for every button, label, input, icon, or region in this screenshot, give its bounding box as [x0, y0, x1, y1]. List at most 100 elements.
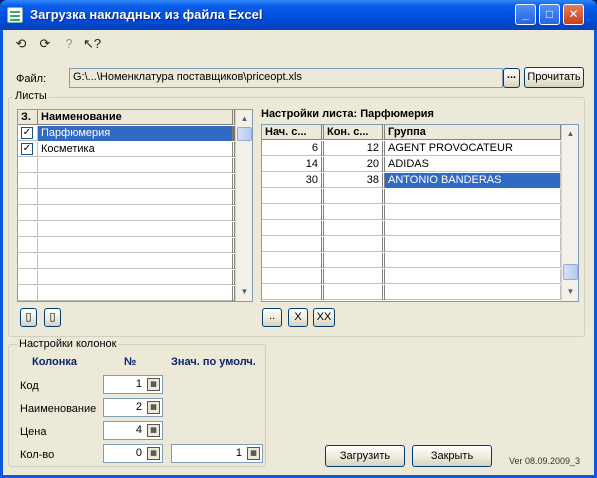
- reload-icon[interactable]: ⟳: [36, 35, 54, 53]
- scroll-up-icon[interactable]: ▲: [563, 126, 578, 141]
- ranges-scrollbar[interactable]: ▲ ▼: [561, 125, 578, 301]
- range-group-cell[interactable]: [385, 253, 561, 268]
- deselect-all-sheets-button[interactable]: ▯: [44, 308, 61, 327]
- checkbox-cell[interactable]: [18, 222, 38, 237]
- sheet-name-cell[interactable]: [38, 222, 235, 237]
- table-row[interactable]: ✓ Парфюмерия: [18, 126, 235, 141]
- checkbox-cell[interactable]: [18, 158, 38, 173]
- delete-all-ranges-button[interactable]: XX: [313, 308, 335, 327]
- range-group-cell[interactable]: [385, 237, 561, 252]
- price-column-value[interactable]: 4: [136, 424, 142, 436]
- range-end-cell[interactable]: [324, 205, 385, 220]
- column-header-name[interactable]: Наименование: [38, 110, 235, 125]
- cursor-help-icon[interactable]: ↖?: [83, 35, 101, 53]
- range-end-cell[interactable]: [324, 253, 385, 268]
- minimize-button[interactable]: _: [515, 4, 536, 25]
- sheet-name-cell[interactable]: [38, 174, 235, 189]
- table-row[interactable]: [262, 237, 561, 252]
- range-group-cell[interactable]: ANTONIO BANDERAS: [385, 173, 561, 188]
- range-end-cell[interactable]: [324, 189, 385, 204]
- name-column-value[interactable]: 2: [136, 401, 142, 413]
- range-start-cell[interactable]: 6: [262, 141, 324, 156]
- checkbox-cell[interactable]: [18, 286, 38, 301]
- table-row[interactable]: 30 38 ANTONIO BANDERAS: [262, 173, 561, 188]
- table-row[interactable]: [262, 205, 561, 220]
- close-button[interactable]: Закрыть: [412, 445, 492, 467]
- range-start-cell[interactable]: 30: [262, 173, 324, 188]
- table-row[interactable]: [18, 286, 235, 301]
- checkbox[interactable]: ✓: [21, 127, 33, 139]
- file-path-field[interactable]: G:\...\Номенклатура поставщиков\priceopt…: [69, 68, 503, 88]
- checkbox-cell[interactable]: [18, 174, 38, 189]
- table-row[interactable]: [18, 222, 235, 237]
- scroll-up-icon[interactable]: ▲: [237, 111, 252, 126]
- select-all-sheets-button[interactable]: ▯: [20, 308, 37, 327]
- sheet-name-cell[interactable]: Парфюмерия: [38, 126, 235, 141]
- range-group-cell[interactable]: [385, 269, 561, 284]
- checkbox-cell[interactable]: [18, 206, 38, 221]
- table-row[interactable]: [262, 285, 561, 300]
- table-row[interactable]: [18, 190, 235, 205]
- table-row[interactable]: [262, 189, 561, 204]
- help-icon[interactable]: ?: [60, 35, 78, 53]
- load-icon[interactable]: ⟲: [12, 35, 30, 53]
- table-row[interactable]: [18, 206, 235, 221]
- table-row[interactable]: 6 12 AGENT PROVOCATEUR: [262, 141, 561, 156]
- column-header-checked[interactable]: З.: [18, 110, 38, 125]
- checkbox-cell[interactable]: [18, 254, 38, 269]
- checkbox-cell[interactable]: ✓: [18, 126, 38, 141]
- spin-icon[interactable]: ▦: [247, 447, 260, 460]
- sheets-grid[interactable]: З. Наименование ✓ Парфюмерия ✓ Косметика ▲ …: [17, 109, 253, 302]
- checkbox-cell[interactable]: [18, 270, 38, 285]
- range-end-cell[interactable]: 20: [324, 157, 385, 172]
- sheet-name-cell[interactable]: [38, 286, 235, 301]
- sheets-scrollbar[interactable]: ▲ ▼: [235, 110, 252, 301]
- checkbox-cell[interactable]: ✓: [18, 142, 38, 157]
- spin-icon[interactable]: ▦: [147, 378, 160, 391]
- delete-range-button[interactable]: X: [288, 308, 308, 327]
- range-start-cell[interactable]: [262, 221, 324, 236]
- range-start-cell[interactable]: [262, 253, 324, 268]
- browse-button[interactable]: ...: [503, 68, 520, 88]
- range-end-cell[interactable]: 12: [324, 141, 385, 156]
- table-row[interactable]: [18, 270, 235, 285]
- sheet-name-cell[interactable]: [38, 270, 235, 285]
- column-header-start[interactable]: Нач. с...: [262, 125, 324, 140]
- table-row[interactable]: [262, 269, 561, 284]
- sheet-name-cell[interactable]: [38, 238, 235, 253]
- table-row[interactable]: 14 20 ADIDAS: [262, 157, 561, 172]
- scroll-down-icon[interactable]: ▼: [563, 284, 578, 299]
- checkbox-cell[interactable]: [18, 238, 38, 253]
- sheet-name-cell[interactable]: Косметика: [38, 142, 235, 157]
- range-group-cell[interactable]: [385, 189, 561, 204]
- spin-icon[interactable]: ▦: [147, 447, 160, 460]
- ranges-grid[interactable]: Нач. с... Кон. с... Группа 6 12 AGENT PROV…: [261, 124, 579, 302]
- range-start-cell[interactable]: 14: [262, 157, 324, 172]
- range-group-cell[interactable]: [385, 205, 561, 220]
- scroll-down-icon[interactable]: ▼: [237, 284, 252, 299]
- read-button[interactable]: Прочитать: [524, 67, 584, 88]
- code-column-value[interactable]: 1: [136, 378, 142, 390]
- sheet-name-cell[interactable]: [38, 206, 235, 221]
- range-group-cell[interactable]: AGENT PROVOCATEUR: [385, 141, 561, 156]
- spin-icon[interactable]: ▦: [147, 401, 160, 414]
- table-row[interactable]: [18, 174, 235, 189]
- column-header-group[interactable]: Группа: [385, 125, 561, 140]
- range-start-cell[interactable]: [262, 237, 324, 252]
- range-end-cell[interactable]: [324, 285, 385, 300]
- sheet-name-cell[interactable]: [38, 158, 235, 173]
- qty-default-value[interactable]: 1: [236, 447, 242, 459]
- checkbox-cell[interactable]: [18, 190, 38, 205]
- table-row[interactable]: [18, 254, 235, 269]
- range-start-cell[interactable]: [262, 285, 324, 300]
- name-column-spinner[interactable]: 2 ▦: [103, 398, 163, 417]
- range-group-cell[interactable]: [385, 285, 561, 300]
- sheet-name-cell[interactable]: [38, 254, 235, 269]
- close-window-button[interactable]: ✕: [563, 4, 584, 25]
- scroll-thumb[interactable]: [563, 264, 578, 280]
- spin-icon[interactable]: ▦: [147, 424, 160, 437]
- scroll-thumb[interactable]: [237, 127, 252, 141]
- sheet-name-cell[interactable]: [38, 190, 235, 205]
- title-bar[interactable]: Загрузка накладных из файла Excel _ □ ✕: [0, 0, 597, 30]
- load-button[interactable]: Загрузить: [325, 445, 405, 467]
